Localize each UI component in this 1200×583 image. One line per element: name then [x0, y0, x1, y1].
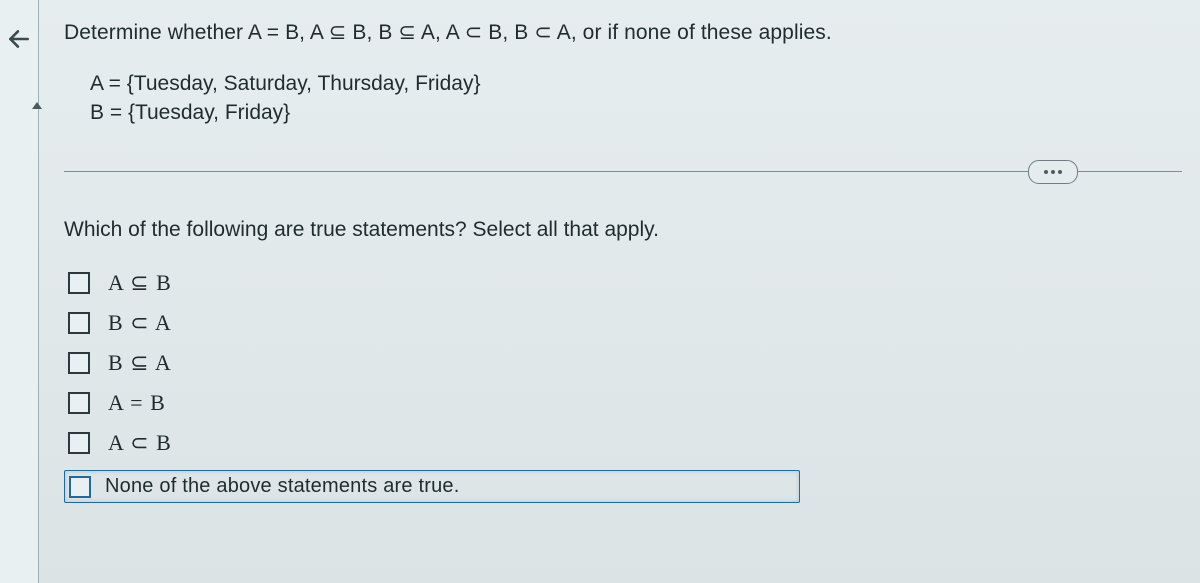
option-row[interactable]: A ⊂ B [68, 430, 1182, 456]
option-row[interactable]: A = B [68, 390, 1182, 416]
option-label: A ⊂ B [108, 430, 172, 456]
option-row[interactable]: B ⊆ A [68, 350, 1182, 376]
set-a-definition: A = {Tuesday, Saturday, Thursday, Friday… [90, 70, 1182, 98]
option-row[interactable]: None of the above statements are true. [64, 470, 1182, 503]
question-prompt: Determine whether A = B, A ⊆ B, B ⊆ A, A… [64, 18, 1182, 48]
checkbox[interactable] [68, 272, 90, 294]
option-row[interactable]: B ⊂ A [68, 310, 1182, 336]
question-content: Determine whether A = B, A ⊆ B, B ⊆ A, A… [64, 18, 1182, 583]
set-b-definition: B = {Tuesday, Friday} [90, 99, 1182, 127]
option-label: B ⊂ A [108, 310, 172, 336]
checkbox[interactable] [68, 312, 90, 334]
option-label: None of the above statements are true. [105, 475, 459, 498]
checkbox[interactable] [68, 392, 90, 414]
scroll-up-icon[interactable] [28, 100, 46, 112]
option-row[interactable]: A ⊆ B [68, 270, 1182, 296]
back-arrow-icon[interactable] [2, 22, 36, 56]
section-divider [64, 171, 1182, 172]
set-definitions: A = {Tuesday, Saturday, Thursday, Friday… [90, 70, 1182, 127]
left-navigation-bar [0, 0, 39, 583]
option-label: A = B [108, 390, 166, 416]
answer-instruction: Which of the following are true statemen… [64, 218, 1182, 242]
option-label: B ⊆ A [108, 350, 172, 376]
checkbox[interactable] [69, 476, 91, 498]
answer-options: A ⊆ B B ⊂ A B ⊆ A A = B A ⊂ B [68, 270, 1182, 503]
selected-option-highlight[interactable]: None of the above statements are true. [64, 470, 800, 503]
option-label: A ⊆ B [108, 270, 172, 296]
more-options-icon[interactable] [1028, 160, 1078, 184]
checkbox[interactable] [68, 432, 90, 454]
checkbox[interactable] [68, 352, 90, 374]
